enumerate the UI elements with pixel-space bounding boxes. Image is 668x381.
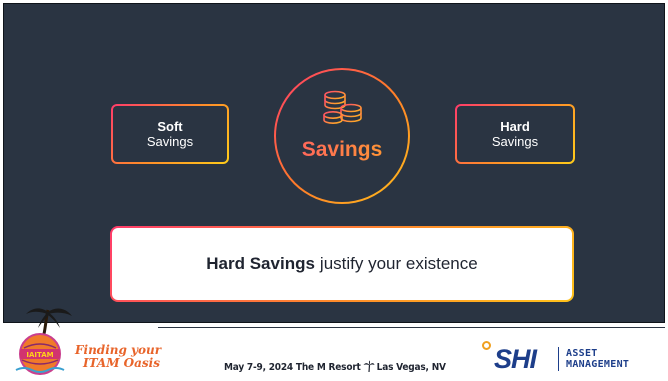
- footer-divider: [158, 327, 665, 328]
- palm-tree-icon: [363, 360, 375, 372]
- shi-logo-subtitle: ASSET MANAGEMENT: [566, 348, 629, 370]
- shi-logo-separator: [558, 347, 559, 371]
- itam-oasis-logo: IAITAM: [15, 308, 72, 375]
- statement-text: justify your existence: [319, 254, 478, 273]
- event-dates: May 7-9, 2024: [224, 362, 293, 373]
- palm-tree-icon: [26, 308, 72, 335]
- logo-tagline: Finding your ITAM Oasis: [75, 344, 165, 370]
- event-venue: The M Resort: [295, 362, 361, 373]
- slide-canvas: Soft Savings Savings Hard Savings Hard S…: [3, 3, 665, 323]
- logo-tagline-line2: ITAM Oasis: [83, 356, 160, 370]
- soft-savings-box: Soft Savings: [111, 104, 229, 164]
- hard-savings-title: Hard: [500, 119, 530, 134]
- savings-title: Savings: [276, 138, 408, 162]
- statement-emphasis: Hard Savings: [206, 254, 315, 273]
- event-location: Las Vegas, NV: [376, 362, 446, 373]
- shi-logo-brand: SHI: [494, 344, 537, 374]
- soft-savings-subtitle: Savings: [146, 134, 194, 149]
- statement-box: Hard Savings justify your existence: [110, 226, 574, 302]
- logo-badge-text: IAITAM: [26, 351, 53, 359]
- coins-icon: [323, 90, 362, 124]
- hard-savings-box: Hard Savings: [455, 104, 575, 164]
- event-details: May 7-9, 2024 The M Resort Las Vegas, NV: [224, 360, 446, 373]
- soft-savings-title: Soft: [157, 119, 183, 134]
- shi-subtitle-line2: MANAGEMENT: [566, 359, 630, 370]
- savings-circle: Savings: [274, 68, 410, 204]
- shi-logo-dot: [482, 341, 491, 350]
- shi-subtitle-line1: ASSET: [566, 348, 598, 359]
- hard-savings-subtitle: Savings: [491, 134, 539, 149]
